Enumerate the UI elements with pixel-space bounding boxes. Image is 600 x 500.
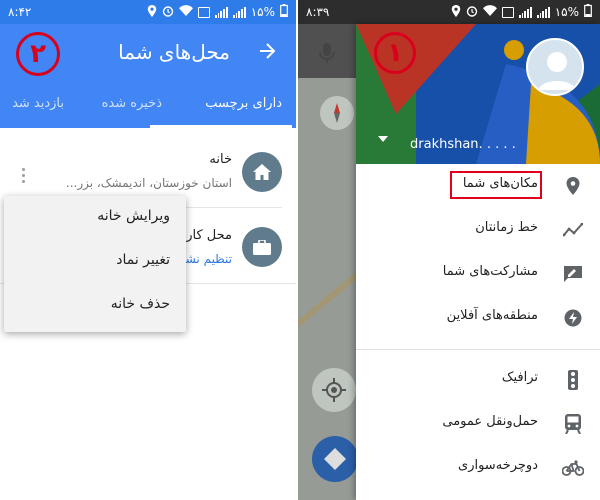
menu-label: حمل‌ونقل عمومی [442,414,538,429]
menu-item-contributions[interactable]: مشارکت‌های شما [356,252,600,296]
traffic-light-icon [562,369,584,391]
menu-item-cycling[interactable]: دوچرخه‌سواری [356,446,600,490]
location-icon [147,4,157,20]
step-badge: ۲ [16,32,60,76]
alarm-icon [466,5,478,20]
menu-item-transit[interactable]: حمل‌ونقل عمومی [356,402,600,446]
back-arrow-icon[interactable] [258,42,276,65]
status-time: ۸:۴۲ [8,5,32,19]
tab-bar: دارای برچسب ذخیره شده بازدید شد [0,84,296,128]
my-location-icon[interactable] [312,368,356,412]
more-options-icon[interactable] [20,168,26,183]
battery-icon [280,4,288,20]
offline-bolt-icon [562,307,584,329]
avatar[interactable] [526,38,584,96]
menu-label: مشارکت‌های شما [442,264,538,279]
app-bar: محل‌های شما ۲ [0,24,296,84]
battery-percent: ۱۵% [250,5,275,19]
tab-saved[interactable]: ذخیره شده [102,96,162,111]
menu-label: منطقه‌های آفلاین [446,308,538,323]
left-screen: ۸:۴۲ ۱۵% محل‌های شما ۲ [0,0,296,500]
menu-label: مکان‌های شما [462,176,538,191]
dropdown-arrow-icon[interactable] [378,132,388,145]
divider [356,349,600,350]
battery-icon [584,4,592,20]
home-icon [242,152,282,192]
signal-icon [518,6,532,18]
navigation-drawer: ۱ drakhshan. . . . . مکان‌های شما خط زما… [356,24,600,500]
timeline-icon [562,219,584,241]
menu-item-change-icon[interactable]: تغییر نماد [116,252,170,268]
menu-item-delete-home[interactable]: حذف خانه [111,296,170,312]
sim-2-icon [197,6,210,18]
alarm-icon [162,5,174,20]
account-name[interactable]: drakhshan. . . . . [410,137,516,152]
location-pin-icon [562,175,584,197]
transit-icon [562,413,584,435]
location-icon [451,4,461,20]
map-background [298,24,358,500]
microphone-icon[interactable] [312,38,342,68]
tab-labeled[interactable]: دارای برچسب [205,96,282,111]
menu-item-traffic[interactable]: ترافیک [356,358,600,402]
battery-percent: ۱۵% [554,5,579,19]
page-title: محل‌های شما [118,40,230,64]
bicycle-icon [562,457,584,479]
menu-item-offline-areas[interactable]: منطقه‌های آفلاین [356,296,600,340]
menu-item-your-places[interactable]: مکان‌های شما [356,164,600,208]
step-badge: ۱ [374,32,416,74]
right-screen: ۸:۳۹ ۱۵% [298,0,600,500]
sim-2-icon [501,6,514,18]
status-bar: ۸:۳۹ ۱۵% [298,0,600,24]
signal-icon [232,6,246,18]
drawer-header: ۱ drakhshan. . . . . [356,24,600,164]
compass-icon[interactable] [320,96,354,130]
place-address: استان خوزستان، اندیمشک، بزر... [65,176,232,190]
signal-icon [214,6,228,18]
status-bar: ۸:۴۲ ۱۵% [0,0,296,24]
menu-label: ترافیک [501,370,538,385]
work-briefcase-icon [242,227,282,267]
place-name: خانه [209,152,232,167]
tab-active-indicator [150,125,292,128]
place-name: محل کار [186,228,232,243]
wifi-icon [178,5,193,19]
menu-item-edit-home[interactable]: ویرایش خانه [97,208,170,224]
popup-menu: ویرایش خانه تغییر نماد حذف خانه [4,196,186,332]
directions-icon[interactable] [312,436,358,482]
wifi-icon [482,5,497,19]
contribute-icon [562,263,584,285]
menu-label: خط زمانتان [475,220,538,235]
tab-visited[interactable]: بازدید شد [12,96,64,111]
status-time: ۸:۳۹ [306,5,330,19]
menu-item-timeline[interactable]: خط زمانتان [356,208,600,252]
menu-label: دوچرخه‌سواری [458,458,538,473]
signal-icon [536,6,550,18]
